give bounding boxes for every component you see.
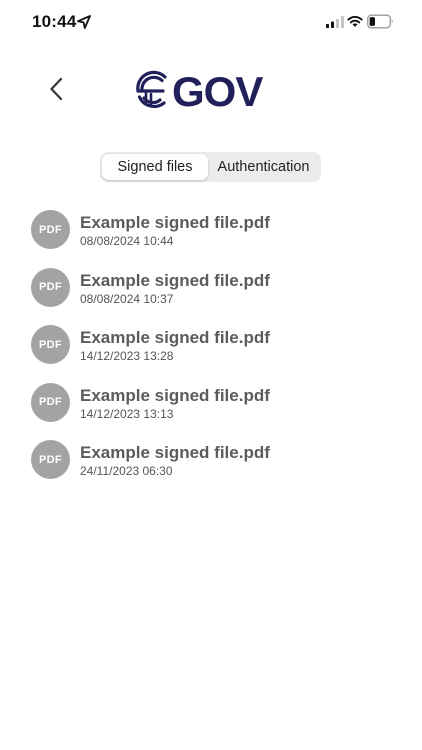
file-name: Example signed file.pdf (80, 328, 270, 347)
segmented-control: Signed files Authentication (100, 152, 321, 182)
file-name: Example signed file.pdf (80, 385, 270, 405)
chevron-left-icon (50, 77, 63, 101)
signed-files-list: PDF Example signed file.pdf 08/08/2024 1… (0, 208, 422, 496)
pdf-icon: PDF (31, 382, 70, 422)
cellular-signal-icon (326, 16, 344, 28)
status-time: 10:44 (32, 12, 77, 31)
tab-signed-files[interactable]: Signed files (102, 154, 208, 180)
file-date: 24/11/2023 06:30 (80, 464, 173, 478)
file-date: 14/12/2023 13:28 (80, 349, 174, 363)
file-date: 08/08/2024 10:44 (80, 234, 174, 248)
list-item[interactable]: PDF Example signed file.pdf 08/08/2024 1… (0, 208, 422, 266)
list-item[interactable]: PDF Example signed file.pdf 24/11/2023 0… (0, 438, 422, 496)
file-date: 14/12/2023 13:13 (80, 406, 174, 421)
pdf-icon: PDF (31, 440, 70, 479)
file-name: Example signed file.pdf (80, 213, 270, 232)
pdf-icon: PDF (31, 325, 70, 364)
list-item[interactable]: PDF Example signed file.pdf 08/08/2024 1… (0, 266, 422, 324)
back-button[interactable] (44, 75, 68, 103)
list-item[interactable]: PDF Example signed file.pdf 14/12/2023 1… (0, 381, 422, 439)
egov-logo: GOV (136, 68, 264, 110)
pdf-icon: PDF (31, 210, 70, 249)
wifi-icon (347, 16, 363, 27)
file-name: Example signed file.pdf (80, 270, 270, 290)
pdf-icon: PDF (31, 267, 70, 307)
tab-authentication[interactable]: Authentication (208, 154, 319, 180)
screen: 10:44 GOV Signed files Authentication PD… (0, 0, 422, 750)
status-bar: 10:44 (0, 0, 422, 46)
list-item[interactable]: PDF Example signed file.pdf 14/12/2023 1… (0, 323, 422, 381)
file-name: Example signed file.pdf (80, 443, 270, 462)
battery-icon (367, 14, 393, 29)
location-arrow-icon (77, 15, 91, 29)
file-date: 08/08/2024 10:37 (80, 291, 174, 306)
svg-text:GOV: GOV (172, 68, 263, 110)
